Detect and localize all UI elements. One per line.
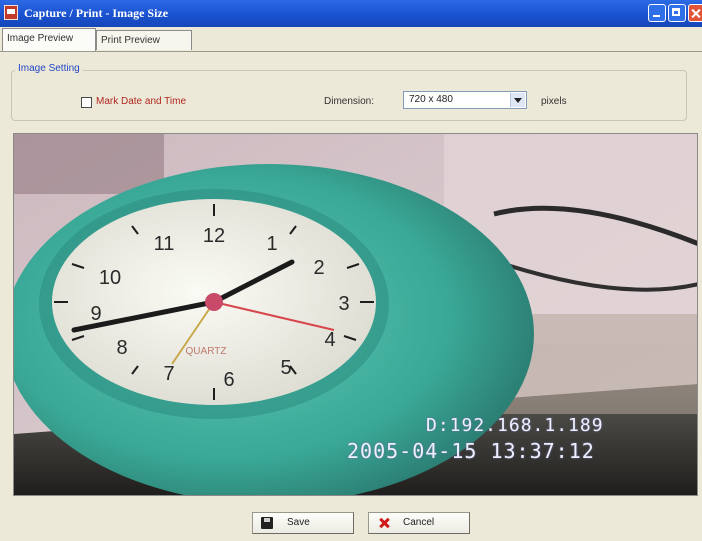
clock-number-3: 3 — [338, 293, 349, 315]
dimension-value: 720 x 480 — [409, 94, 453, 105]
tab-divider — [0, 51, 702, 52]
maximize-button[interactable] — [668, 4, 686, 22]
close-icon — [379, 518, 389, 528]
clock-number-11: 11 — [154, 233, 175, 255]
clock-number-5: 5 — [280, 357, 291, 379]
tab-print-preview[interactable]: Print Preview — [96, 30, 192, 50]
clock-number-10: 10 — [99, 267, 121, 289]
dimension-select[interactable]: 720 x 480 — [403, 91, 527, 109]
minimize-button[interactable] — [648, 4, 666, 22]
close-button[interactable] — [688, 4, 702, 22]
save-button[interactable]: Save — [252, 512, 354, 534]
save-button-label: Save — [287, 517, 310, 528]
mark-date-time-label[interactable]: Mark Date and Time — [96, 96, 186, 107]
floppy-disk-icon — [261, 517, 273, 529]
window-title: Capture / Print - Image Size — [24, 6, 169, 20]
image-setting-label: Image Setting — [15, 63, 83, 74]
clock-number-9: 9 — [90, 303, 101, 325]
clock-number-8: 8 — [116, 337, 127, 359]
app-icon — [4, 5, 18, 20]
clock-number-1: 1 — [266, 233, 277, 255]
image-preview: 12 1 2 3 4 5 6 7 8 9 10 11 QUARTZ D:192.… — [13, 133, 698, 496]
clock-number-2: 2 — [313, 257, 324, 279]
chevron-down-icon[interactable] — [510, 93, 525, 107]
cancel-button[interactable]: Cancel — [368, 512, 470, 534]
title-bar: Capture / Print - Image Size — [0, 0, 702, 27]
tab-image-preview[interactable]: Image Preview — [2, 28, 96, 51]
mark-date-time-checkbox[interactable] — [81, 97, 92, 108]
cancel-button-label: Cancel — [403, 517, 435, 528]
dimension-label: Dimension: — [324, 96, 375, 107]
clock-brand: QUARTZ — [186, 346, 227, 357]
clock-number-7: 7 — [163, 363, 174, 385]
clock-number-6: 6 — [223, 369, 234, 391]
overlay-ip-address: D:192.168.1.189 — [426, 415, 604, 436]
overlay-datetime: 2005-04-15 13:37:12 — [347, 439, 595, 463]
clock-number-4: 4 — [324, 329, 335, 351]
clock-number-12: 12 — [203, 225, 225, 247]
pixels-unit-label: pixels — [541, 96, 567, 107]
